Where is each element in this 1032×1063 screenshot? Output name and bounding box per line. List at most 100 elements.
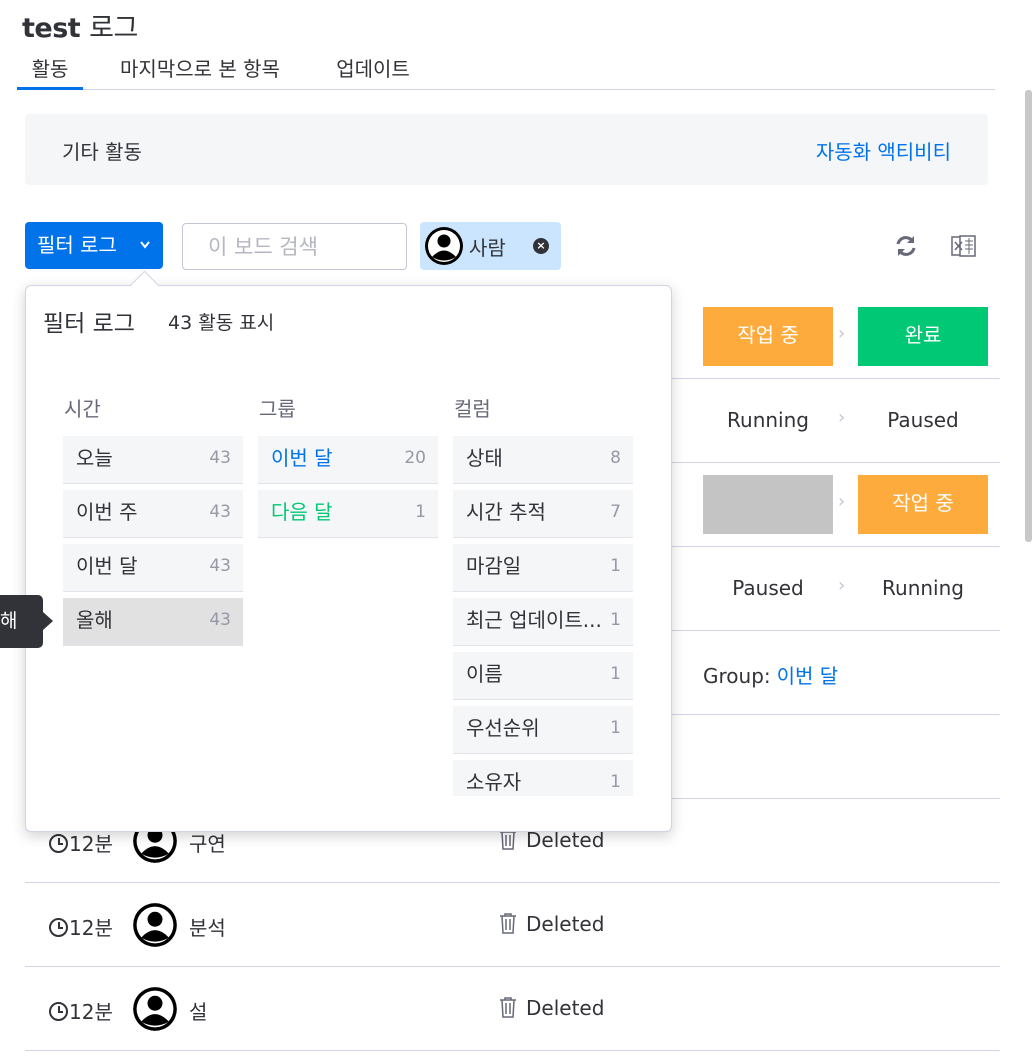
- trash-icon: [500, 997, 516, 1018]
- tab-bar: 활동 마지막으로 본 항목 업데이트: [17, 54, 995, 90]
- group-filter-list: 이번 달 20 다음 달 1: [258, 436, 438, 544]
- filter-item-count: 1: [610, 718, 621, 738]
- automation-activity-link[interactable]: 자동화 액티비티: [816, 136, 951, 165]
- filter-item-count: 43: [209, 556, 231, 576]
- filter-item-label: 다음 달: [271, 500, 333, 524]
- tab-activity[interactable]: 활동: [17, 54, 83, 90]
- filter-item-label: 마감일: [466, 554, 522, 578]
- group-value[interactable]: 이번 달: [777, 664, 839, 688]
- filter-item-label: 이번 달: [271, 446, 333, 470]
- filter-item-label: 이번 주: [76, 500, 138, 524]
- column-filter-due-date[interactable]: 마감일 1: [453, 544, 633, 592]
- filter-item-count: 1: [610, 556, 621, 576]
- log-item-name[interactable]: 설: [189, 996, 207, 1025]
- person-filter-chip[interactable]: 사람 ×: [420, 222, 561, 270]
- log-time-text: 12분: [69, 832, 113, 856]
- filter-item-label: 최근 업데이트...: [466, 608, 602, 632]
- user-avatar-icon[interactable]: [132, 902, 178, 948]
- clock-icon: [49, 1002, 68, 1021]
- status-from-working: 작업 중: [703, 307, 833, 366]
- status-to-working: 작업 중: [858, 475, 988, 534]
- log-item-name[interactable]: 분석: [189, 912, 226, 941]
- status-to-paused: Paused: [887, 408, 959, 432]
- group-change-label: Group: 이번 달: [703, 660, 838, 689]
- row-divider: [25, 1050, 1000, 1051]
- page-scrollbar[interactable]: [1025, 90, 1032, 542]
- row-divider: [25, 966, 1000, 967]
- filter-item-label: 시간 추적: [466, 500, 546, 524]
- activity-banner: 기타 활동 자동화 액티비티: [25, 114, 988, 185]
- column-filter-time-tracking[interactable]: 시간 추적 7: [453, 490, 633, 538]
- person-avatar-icon: [424, 226, 464, 270]
- time-filter-this-month[interactable]: 이번 달 43: [63, 544, 243, 592]
- log-time: 12분: [49, 828, 113, 857]
- filter-item-count: 7: [610, 502, 621, 522]
- column-filter-list[interactable]: 상태 8 시간 추적 7 마감일 1 최근 업데이트... 1 이름 1 우선순위 1 소유…: [453, 436, 633, 796]
- group-filter-this-month[interactable]: 이번 달 20: [258, 436, 438, 484]
- activity-count: 43 활동 표시: [168, 312, 275, 334]
- filter-item-count: 20: [404, 448, 426, 468]
- clock-icon: [49, 918, 68, 937]
- group-column-header: 그룹: [259, 397, 296, 421]
- filter-item-label: 소유자: [466, 770, 522, 794]
- arrow-right-icon: ›: [838, 491, 846, 512]
- log-time: 12분: [49, 912, 113, 941]
- filter-item-label: 상태: [466, 446, 503, 470]
- filter-item-count: 43: [209, 610, 231, 630]
- filter-item-count: 1: [610, 664, 621, 684]
- filter-item-count: 1: [610, 772, 621, 792]
- time-filter-this-week[interactable]: 이번 주 43: [63, 490, 243, 538]
- status-from-running: Running: [727, 408, 809, 432]
- log-action-text: Deleted: [526, 996, 605, 1020]
- filter-log-panel: 필터 로그 43 활동 표시 시간 그룹 컬럼 오늘 43 이번 주 43 이번 달…: [25, 285, 672, 832]
- page-title: test 로그: [22, 6, 138, 45]
- log-time-text: 12분: [69, 1000, 113, 1024]
- column-filter-last-updated[interactable]: 최근 업데이트... 1: [453, 598, 633, 646]
- filter-item-count: 43: [209, 502, 231, 522]
- filter-log-button[interactable]: 필터 로그: [25, 222, 163, 269]
- log-time: 12분: [49, 996, 113, 1025]
- time-filter-list: 오늘 43 이번 주 43 이번 달 43 올해 43: [63, 436, 243, 652]
- excel-export-icon[interactable]: [951, 233, 977, 259]
- status-from-empty: [703, 475, 833, 534]
- filter-item-count: 8: [610, 448, 621, 468]
- status-to-running: Running: [882, 576, 964, 600]
- time-filter-this-year[interactable]: 올해 43: [63, 598, 243, 646]
- refresh-icon[interactable]: [893, 233, 919, 259]
- log-time-text: 12분: [69, 916, 113, 940]
- search-input[interactable]: [182, 223, 407, 270]
- filter-log-label: 필터 로그: [37, 233, 117, 257]
- board-name: test: [22, 13, 81, 44]
- log-action: Deleted: [498, 912, 604, 936]
- tab-last-viewed[interactable]: 마지막으로 본 항목: [105, 54, 295, 90]
- column-filter-owner[interactable]: 소유자 1: [453, 760, 633, 796]
- column-filter-status[interactable]: 상태 8: [453, 436, 633, 484]
- filter-item-label: 이번 달: [76, 554, 138, 578]
- person-chip-label: 사람: [469, 236, 506, 260]
- column-filter-name[interactable]: 이름 1: [453, 652, 633, 700]
- group-prefix: Group:: [703, 664, 771, 688]
- column-column-header: 컬럼: [454, 397, 491, 421]
- trash-icon: [500, 913, 516, 934]
- title-suffix: 로그: [89, 13, 138, 44]
- filter-item-label: 이름: [466, 662, 503, 686]
- group-filter-next-month[interactable]: 다음 달 1: [258, 490, 438, 538]
- time-filter-today[interactable]: 오늘 43: [63, 436, 243, 484]
- filter-item-count: 43: [209, 448, 231, 468]
- log-item-name[interactable]: 구연: [189, 828, 226, 857]
- time-column-header: 시간: [64, 397, 101, 421]
- panel-title: 필터 로그: [43, 311, 135, 337]
- user-avatar-icon[interactable]: [132, 986, 178, 1032]
- column-filter-priority[interactable]: 우선순위 1: [453, 706, 633, 754]
- status-to-done: 완료: [858, 307, 988, 366]
- log-action-text: Deleted: [526, 912, 605, 936]
- status-from-paused: Paused: [732, 576, 804, 600]
- arrow-right-icon: ›: [838, 323, 846, 344]
- arrow-right-icon: ›: [838, 575, 846, 596]
- filter-item-label: 우선순위: [466, 716, 540, 740]
- other-activity-label: 기타 활동: [62, 140, 142, 164]
- clock-icon: [49, 834, 68, 853]
- close-icon[interactable]: ×: [533, 238, 549, 254]
- filter-item-label: 올해: [76, 608, 113, 632]
- tab-updates[interactable]: 업데이트: [323, 54, 423, 90]
